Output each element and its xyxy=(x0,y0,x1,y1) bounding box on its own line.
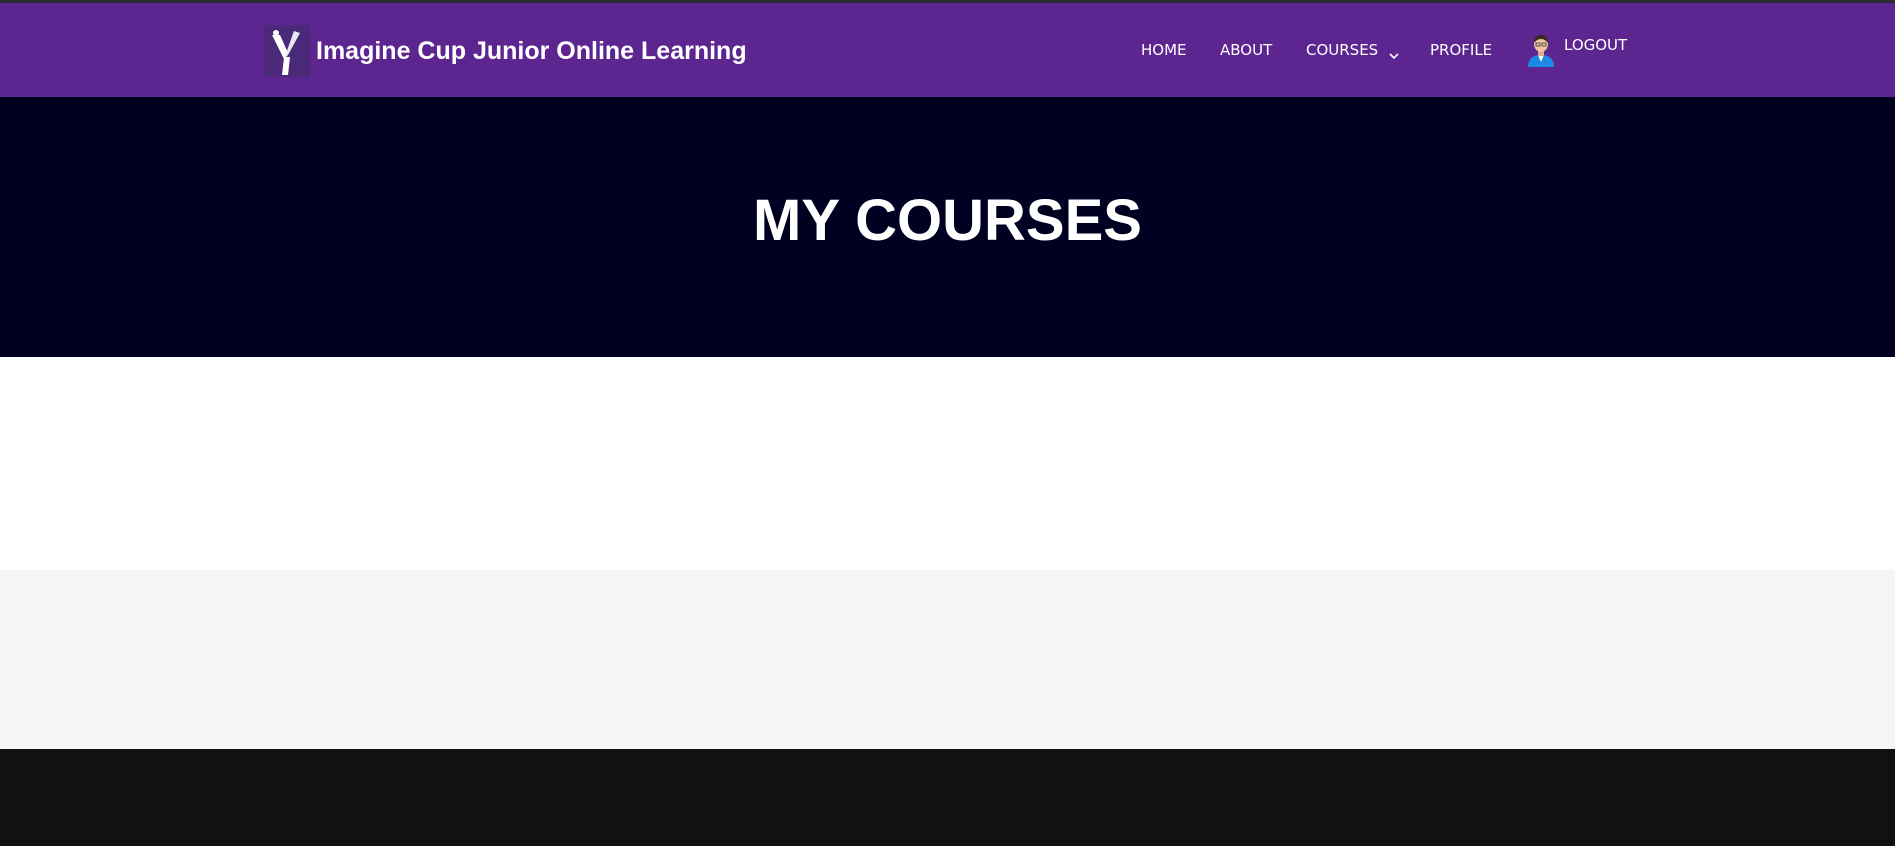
grey-band xyxy=(0,570,1895,749)
main-nav: HOME ABOUT COURSES PROFILE LOGOUT xyxy=(0,3,1895,97)
nav-logout-label: LOGOUT xyxy=(1564,36,1628,54)
nav-profile[interactable]: PROFILE xyxy=(1430,41,1492,59)
nav-home[interactable]: HOME xyxy=(1141,41,1187,59)
footer xyxy=(0,749,1895,846)
user-avatar-icon xyxy=(1524,31,1558,67)
hero-banner: MY COURSES xyxy=(0,97,1895,357)
chevron-down-icon xyxy=(1388,46,1400,60)
page-title: MY COURSES xyxy=(753,188,1142,253)
nav-courses-label: COURSES xyxy=(1306,41,1379,59)
navbar: Imagine Cup Junior Online Learning HOME … xyxy=(0,3,1895,97)
nav-courses[interactable]: COURSES xyxy=(1306,41,1400,60)
nav-logout[interactable]: LOGOUT xyxy=(1524,31,1627,67)
nav-about[interactable]: ABOUT xyxy=(1220,41,1272,59)
courses-content xyxy=(0,357,1895,570)
